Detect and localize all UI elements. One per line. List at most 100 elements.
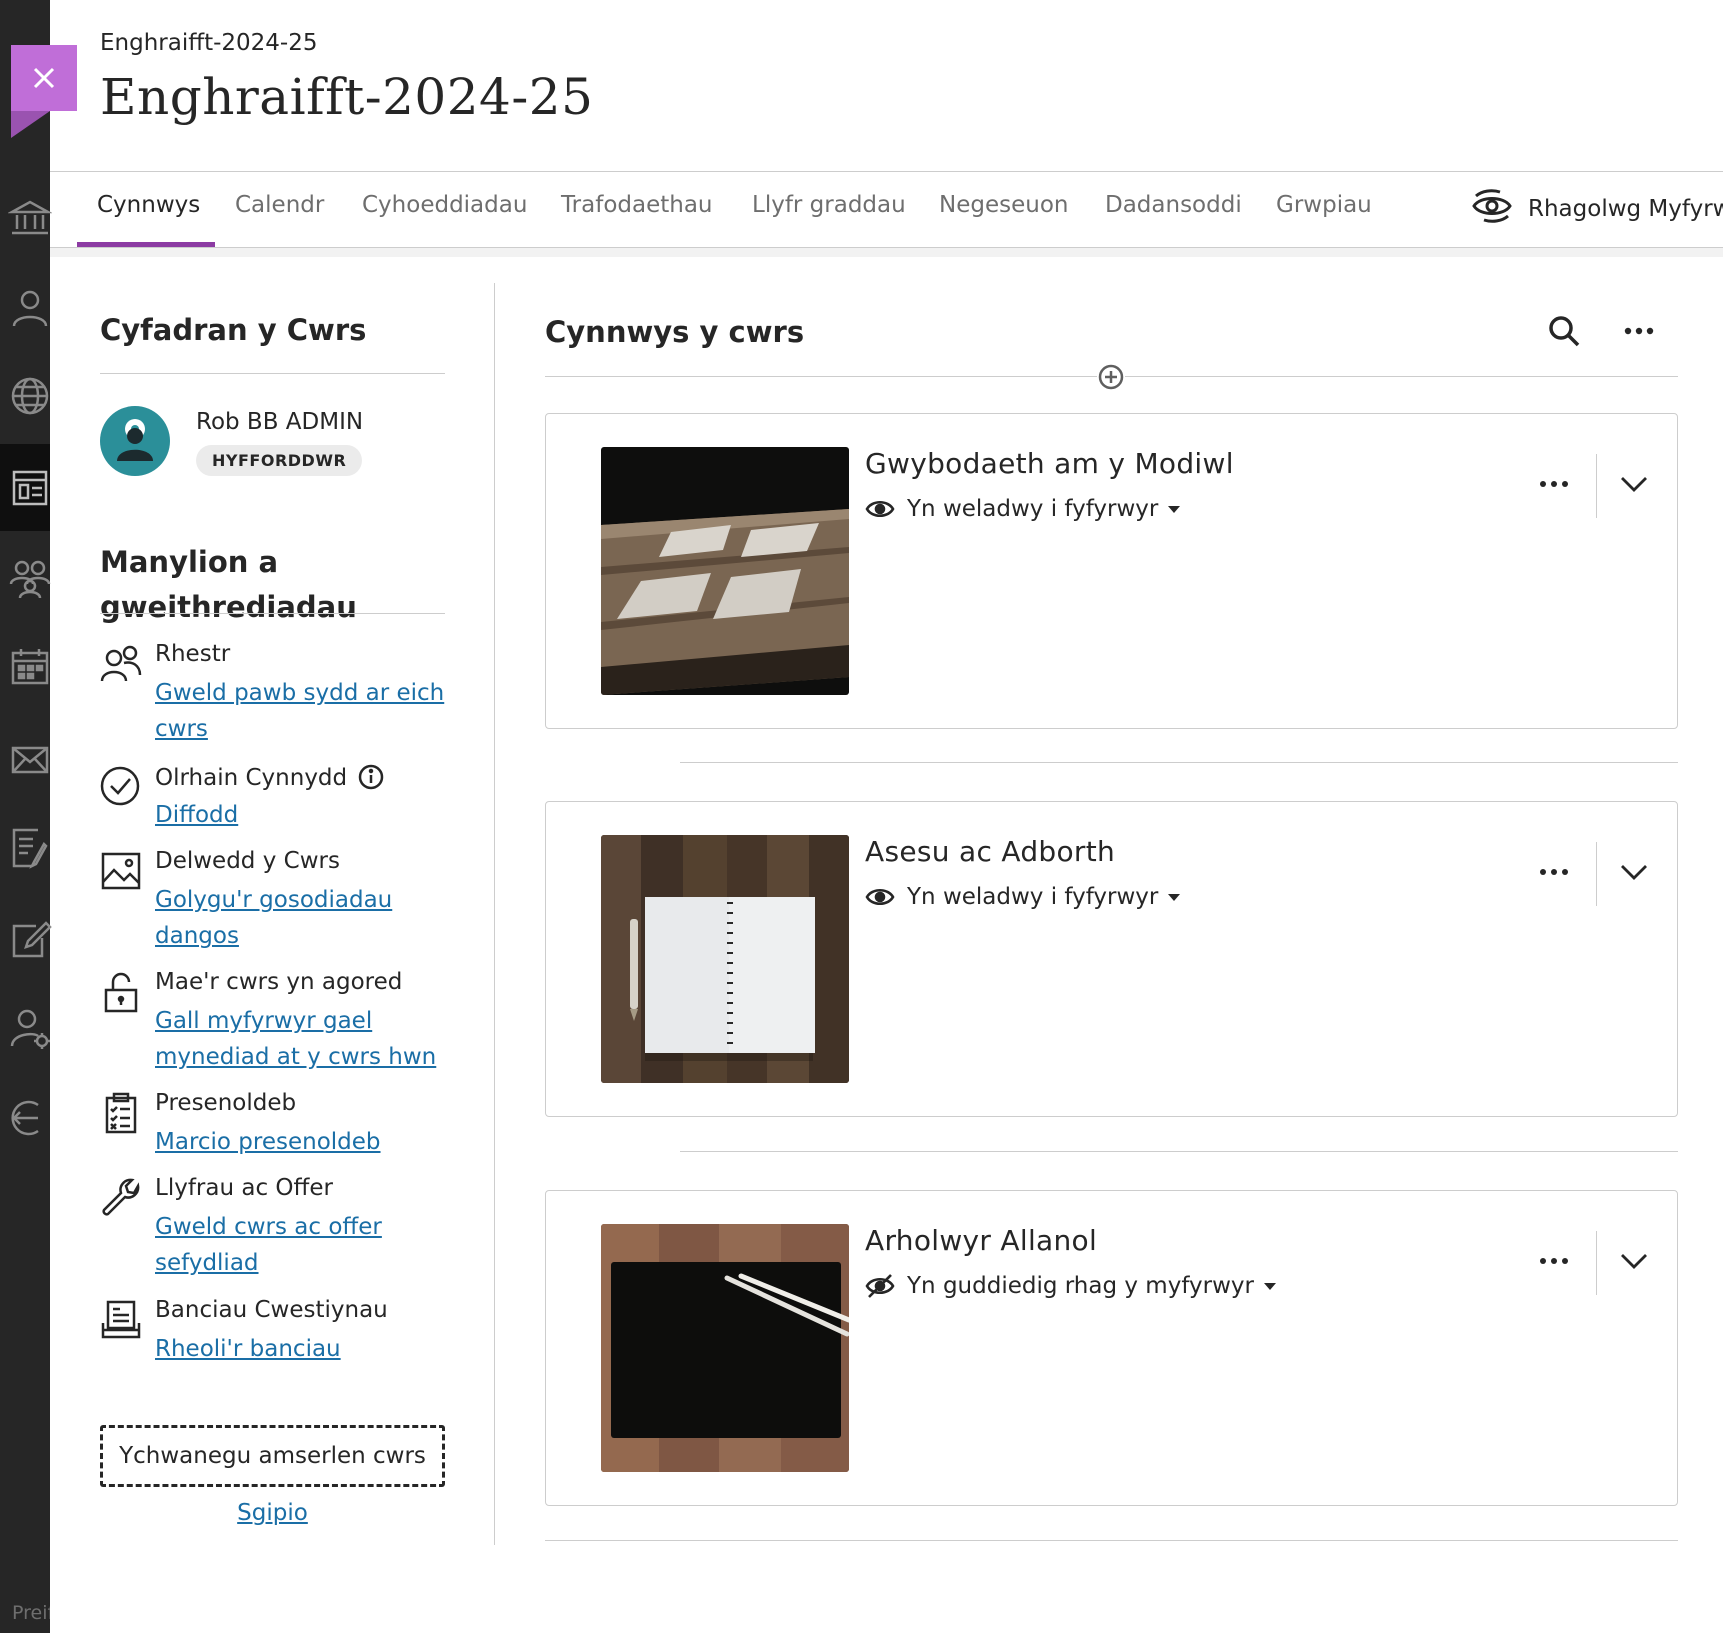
tab-announcements[interactable]: Cyhoeddiadau <box>362 192 527 218</box>
edit-display-settings-link[interactable]: Golygu'r gosodiadau dangos <box>155 882 455 954</box>
calendar-icon[interactable] <box>8 644 52 688</box>
close-course-button[interactable] <box>11 45 77 111</box>
active-tab-indicator <box>77 242 215 247</box>
tab-discussions[interactable]: Trafodaethau <box>561 192 713 218</box>
skip-link[interactable]: Sgipio <box>100 1500 445 1526</box>
tab-groups[interactable]: Grwpiau <box>1276 192 1372 218</box>
card-separator <box>1596 1231 1597 1295</box>
divider <box>680 762 1678 763</box>
tab-gradebook[interactable]: Llyfr graddau <box>752 192 906 218</box>
tab-analytics[interactable]: Dadansoddi <box>1105 192 1242 218</box>
divider <box>100 373 445 374</box>
manage-banks-link[interactable]: Rheoli'r banciau <box>155 1331 455 1367</box>
base-navigation-rail: Preif <box>0 0 53 1633</box>
content-item-title[interactable]: Arholwyr Allanol <box>865 1224 1097 1257</box>
edit-note-icon[interactable] <box>8 918 52 962</box>
caret-down-icon <box>1168 505 1181 513</box>
chevron-down-icon[interactable] <box>1616 466 1652 502</box>
visibility-label: Yn weladwy i fyfyrwyr <box>907 496 1159 522</box>
course-tab-bar: Cynnwys Calendr Cyhoeddiadau Trafodaetha… <box>50 171 1723 248</box>
unlock-icon <box>100 971 142 1013</box>
caret-down-icon <box>1263 1282 1276 1290</box>
search-icon[interactable] <box>1546 313 1582 349</box>
content-item-thumbnail <box>601 835 849 1083</box>
divider <box>545 1540 1678 1541</box>
sign-out-icon[interactable] <box>8 1096 52 1140</box>
attendance-icon <box>100 1092 142 1134</box>
detail-label: Delwedd y Cwrs <box>155 848 340 874</box>
student-preview-icon <box>1470 188 1514 230</box>
visibility-dropdown[interactable]: Yn guddiedig rhag y myfyrwyr <box>865 1271 1276 1301</box>
eye-icon <box>865 494 895 524</box>
role-badge: HYFFORDDWR <box>196 445 363 476</box>
more-options-icon[interactable] <box>1621 313 1657 349</box>
content-item-thumbnail <box>601 447 849 695</box>
content-item-title[interactable]: Gwybodaeth am y Modiwl <box>865 447 1234 480</box>
student-preview-button[interactable]: Rhagolwg Myfyrwyr <box>1470 188 1723 230</box>
tab-content[interactable]: Cynnwys <box>97 192 200 218</box>
detail-label: Presenoldeb <box>155 1090 297 1116</box>
close-button-ribbon-tail <box>11 111 50 138</box>
detail-label: Mae'r cwrs yn agored <box>155 969 403 995</box>
avatar[interactable] <box>100 406 170 476</box>
institution-icon[interactable] <box>7 196 53 240</box>
card-separator <box>1596 454 1597 518</box>
content-item[interactable]: Arholwyr Allanol Yn guddiedig rhag y myf… <box>545 1190 1678 1506</box>
progress-tracking-toggle-link[interactable]: Diffodd <box>155 797 455 833</box>
chevron-down-icon[interactable] <box>1616 1243 1652 1279</box>
question-bank-icon <box>100 1299 142 1341</box>
content-item[interactable]: Asesu ac Adborth Yn weladwy i fyfyrwyr <box>545 801 1678 1117</box>
tab-calendar[interactable]: Calendr <box>235 192 324 218</box>
books-tools-link[interactable]: Gweld cwrs ac offer sefydliad <box>155 1209 455 1281</box>
roster-icon <box>100 643 142 685</box>
visibility-dropdown[interactable]: Yn weladwy i fyfyrwyr <box>865 882 1181 912</box>
wrench-icon <box>100 1177 142 1219</box>
roster-link[interactable]: Gweld pawb sydd ar eich cwrs <box>155 675 455 747</box>
more-options-icon[interactable] <box>1536 466 1572 502</box>
rail-footer-text: Preif <box>12 1602 50 1624</box>
progress-check-icon <box>100 765 142 807</box>
messages-icon[interactable] <box>8 738 52 782</box>
column-divider <box>494 283 495 1545</box>
content-item-thumbnail <box>601 1224 849 1472</box>
tab-bar-shadow <box>50 248 1723 257</box>
student-preview-label: Rhagolwg Myfyrwyr <box>1528 196 1723 222</box>
more-options-icon[interactable] <box>1536 854 1572 890</box>
visibility-label: Yn guddiedig rhag y myfyrwyr <box>907 1273 1254 1299</box>
divider <box>680 1151 1678 1152</box>
detail-label: Banciau Cwestiynau <box>155 1297 388 1323</box>
content-item[interactable]: Gwybodaeth am y Modiwl Yn weladwy i fyfy… <box>545 413 1678 729</box>
divider <box>100 613 445 614</box>
admin-user-icon[interactable] <box>8 1006 52 1050</box>
eye-icon <box>865 882 895 912</box>
mark-attendance-link[interactable]: Marcio presenoldeb <box>155 1124 455 1160</box>
profile-icon[interactable] <box>8 286 52 330</box>
tab-messages[interactable]: Negeseuon <box>939 192 1068 218</box>
progress-tracking-label: Olrhain Cynnydd <box>155 765 348 791</box>
course-title: Enghraifft-2024-25 <box>100 68 594 126</box>
chevron-down-icon[interactable] <box>1616 854 1652 890</box>
globe-icon[interactable] <box>8 374 52 418</box>
course-breadcrumb: Enghraifft-2024-25 <box>100 30 318 56</box>
info-icon[interactable] <box>357 763 385 791</box>
grades-icon[interactable] <box>8 826 52 870</box>
image-icon <box>100 850 142 892</box>
details-heading: Manylion a gweithrediadau <box>100 545 357 624</box>
organizations-icon[interactable] <box>8 556 52 600</box>
instructor-name[interactable]: Rob BB ADMIN <box>196 409 363 435</box>
courses-icon[interactable] <box>8 466 52 510</box>
eye-hidden-icon <box>865 1271 895 1301</box>
caret-down-icon <box>1168 893 1181 901</box>
content-item-title[interactable]: Asesu ac Adborth <box>865 835 1115 868</box>
detail-label: Olrhain Cynnydd <box>155 763 385 791</box>
visibility-label: Yn weladwy i fyfyrwyr <box>907 884 1159 910</box>
more-options-icon[interactable] <box>1536 1243 1572 1279</box>
course-access-link[interactable]: Gall myfyrwyr gael mynediad at y cwrs hw… <box>155 1003 455 1075</box>
visibility-dropdown[interactable]: Yn weladwy i fyfyrwyr <box>865 494 1181 524</box>
course-content-heading: Cynnwys y cwrs <box>545 315 805 349</box>
detail-label: Llyfrau ac Offer <box>155 1175 333 1201</box>
detail-label: Rhestr <box>155 641 231 667</box>
card-separator <box>1596 842 1597 906</box>
add-course-schedule-button[interactable]: Ychwanegu amserlen cwrs <box>100 1425 445 1487</box>
add-content-plus-icon[interactable] <box>1097 363 1125 391</box>
